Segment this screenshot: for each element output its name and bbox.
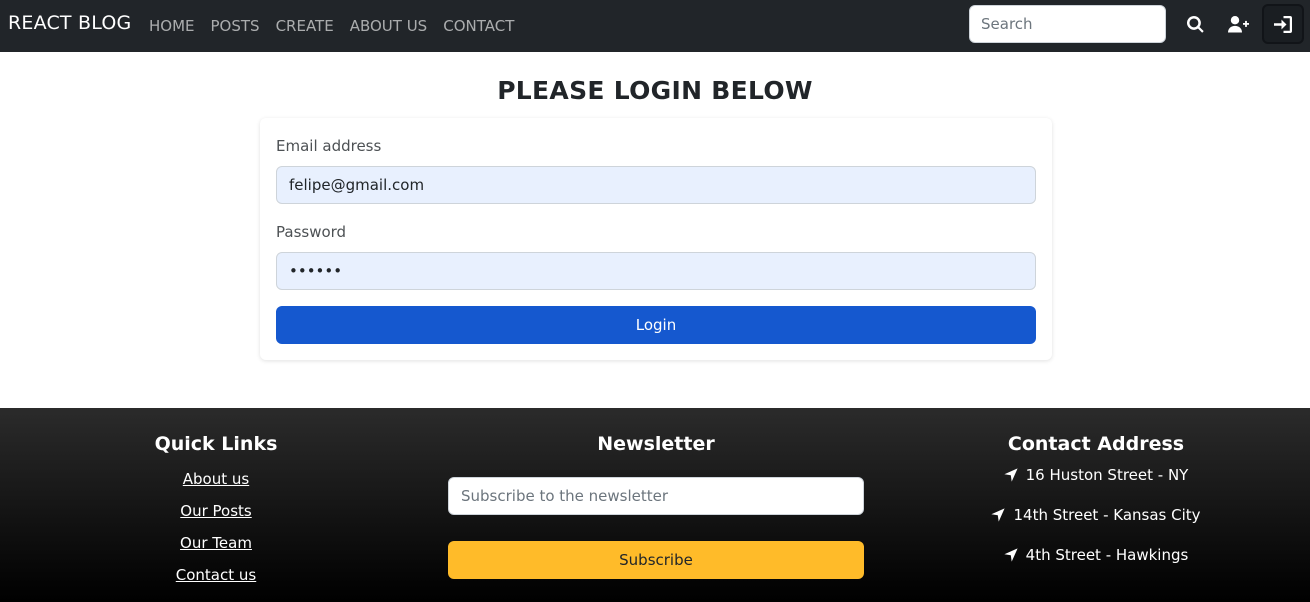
footer-link-our-team[interactable]: Our Team [116, 534, 316, 552]
search-button[interactable] [1174, 4, 1216, 44]
sign-in-icon [1274, 15, 1292, 33]
location-arrow-icon [1004, 548, 1018, 562]
user-plus-icon [1228, 15, 1249, 32]
location-arrow-icon [1004, 468, 1018, 482]
register-button[interactable] [1218, 4, 1260, 44]
nav-links: HOME POSTS CREATE ABOUT US CONTACT [149, 0, 514, 52]
contact-address-heading: Contact Address [1007, 433, 1185, 455]
address-text: 14th Street - Kansas City [1013, 506, 1201, 524]
quick-links-section: Quick Links About us Our Posts Our Team … [116, 408, 316, 602]
password-label: Password [276, 223, 347, 241]
address-text: 4th Street - Hawkings [1025, 546, 1189, 564]
footer: Quick Links About us Our Posts Our Team … [0, 408, 1310, 602]
nav-link-about-us[interactable]: ABOUT US [350, 17, 428, 35]
newsletter-heading: Newsletter [597, 433, 715, 455]
search-icon [1186, 15, 1204, 33]
login-button[interactable]: Login [276, 306, 1036, 344]
footer-link-about-us[interactable]: About us [116, 470, 316, 488]
email-field[interactable] [276, 166, 1036, 204]
nav-link-posts[interactable]: POSTS [211, 17, 260, 35]
address-item: 4th Street - Hawkings [946, 546, 1246, 564]
login-card: Email address Password Login [260, 118, 1052, 360]
address-item: 16 Huston Street - NY [946, 466, 1246, 484]
nav-link-home[interactable]: HOME [149, 17, 195, 35]
footer-link-contact-us[interactable]: Contact us [116, 566, 316, 584]
nav-link-create[interactable]: CREATE [276, 17, 334, 35]
quick-links-heading: Quick Links [154, 433, 278, 455]
page-title: PLEASE LOGIN BELOW [497, 76, 813, 105]
location-arrow-icon [991, 508, 1006, 522]
contact-address-section: Contact Address 16 Huston Street - NY 14… [946, 408, 1246, 602]
newsletter-input[interactable] [448, 477, 864, 515]
address-item: 14th Street - Kansas City [946, 506, 1246, 524]
login-nav-button[interactable] [1262, 4, 1304, 44]
subscribe-button[interactable]: Subscribe [448, 541, 864, 579]
search-input[interactable] [969, 5, 1166, 43]
email-label: Email address [276, 137, 382, 155]
address-text: 16 Huston Street - NY [1025, 466, 1189, 484]
navbar: REACT BLOG HOME POSTS CREATE ABOUT US CO… [0, 0, 1310, 52]
brand-logo[interactable]: REACT BLOG [8, 12, 131, 34]
newsletter-section: Newsletter Subscribe [448, 408, 864, 602]
password-field[interactable] [276, 252, 1036, 290]
nav-link-contact[interactable]: CONTACT [443, 17, 514, 35]
footer-link-our-posts[interactable]: Our Posts [116, 502, 316, 520]
